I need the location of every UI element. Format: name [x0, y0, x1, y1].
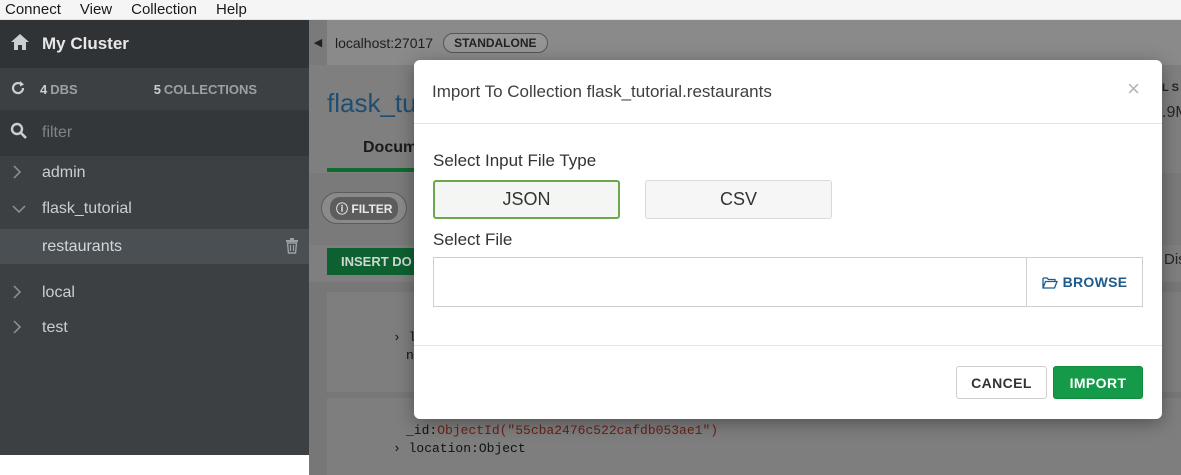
close-icon[interactable]: × [1127, 78, 1140, 100]
info-icon: ⓘ [336, 201, 349, 216]
modal-footer: CANCEL IMPORT [414, 345, 1162, 419]
menu-connect[interactable]: Connect [0, 0, 61, 20]
collections-label: COLLECTIONS [163, 81, 258, 97]
doc-field-location: › location:Object [393, 441, 526, 456]
filter-field[interactable]: ⓘ FILTER [321, 192, 407, 224]
json-type-button[interactable]: JSON [433, 180, 620, 219]
stats-fragment: .9M [1162, 104, 1181, 121]
home-icon [10, 33, 30, 56]
folder-open-icon [1041, 276, 1058, 289]
import-button[interactable]: IMPORT [1053, 366, 1143, 399]
file-type-label: Select Input File Type [433, 151, 597, 170]
refresh-icon[interactable] [10, 80, 26, 99]
sidebar-collection-restaurants[interactable]: restaurants [0, 229, 309, 264]
doc-field-id: _id:ObjectId("55cba2476c522cafdb053ae1") [406, 423, 719, 438]
chevron-right-icon [12, 164, 30, 182]
collection-label: restaurants [42, 237, 123, 255]
menu-bar: Connect View Collection Help [0, 0, 1181, 20]
sidebar-db-local[interactable]: local [0, 276, 309, 310]
file-path-input[interactable] [433, 257, 1027, 307]
db-label: local [42, 284, 75, 301]
search-icon [10, 122, 28, 145]
browse-button[interactable]: BROWSE [1026, 257, 1143, 307]
sidebar-db-flask-tutorial[interactable]: flask_tutorial [0, 192, 309, 226]
sidebar: My Cluster 4 DBS 5 COLLECTIONS admin fla… [0, 20, 309, 455]
stats-fragment: L S [1162, 82, 1179, 94]
tab-documents[interactable]: Docum [363, 139, 417, 157]
doc-field-fragment: › l [393, 330, 417, 345]
filter-pill: ⓘ FILTER [330, 196, 399, 220]
modal-header: Import To Collection flask_tutorial.rest… [414, 60, 1162, 124]
db-label: admin [42, 164, 86, 181]
db-label: test [42, 319, 68, 336]
chevron-right-icon [12, 284, 30, 302]
menu-collection[interactable]: Collection [126, 0, 197, 20]
import-modal: Import To Collection flask_tutorial.rest… [414, 60, 1162, 419]
namespace-title: flask_tu [327, 88, 417, 118]
insert-document-button[interactable]: INSERT DO [327, 248, 427, 275]
filter-pill-label: FILTER [351, 201, 393, 216]
topology-badge: STANDALONE [443, 32, 548, 53]
cluster-name: My Cluster [42, 34, 129, 53]
browse-label: BROWSE [1062, 274, 1128, 290]
modal-title: Import To Collection flask_tutorial.rest… [432, 81, 772, 101]
menu-view[interactable]: View [75, 0, 112, 20]
menu-help[interactable]: Help [211, 0, 247, 20]
sidebar-filter [0, 110, 309, 156]
connection-bar: ◀ localhost:27017 STANDALONE [309, 20, 1181, 65]
csv-type-button[interactable]: CSV [645, 180, 832, 219]
dbs-label: DBS [50, 81, 78, 97]
db-label: flask_tutorial [42, 200, 132, 217]
cluster-stats: 4 DBS 5 COLLECTIONS [0, 68, 309, 110]
host-label: localhost:27017 [335, 34, 434, 51]
sidebar-db-test[interactable]: test [0, 311, 309, 345]
select-file-label: Select File [433, 230, 513, 249]
collections-count: 5 [153, 81, 161, 97]
dbs-count: 4 [40, 81, 48, 97]
collapse-sidebar-icon[interactable]: ◀ [309, 20, 327, 65]
cancel-button[interactable]: CANCEL [956, 366, 1047, 399]
cluster-header[interactable]: My Cluster [0, 20, 309, 68]
chevron-right-icon [12, 319, 30, 337]
trash-icon[interactable] [285, 238, 299, 259]
doc-field-fragment: n [406, 348, 414, 363]
display-fragment: Dis [1164, 251, 1181, 268]
sidebar-db-admin[interactable]: admin [0, 156, 309, 190]
filter-input[interactable] [40, 123, 280, 143]
chevron-down-icon [12, 201, 30, 217]
